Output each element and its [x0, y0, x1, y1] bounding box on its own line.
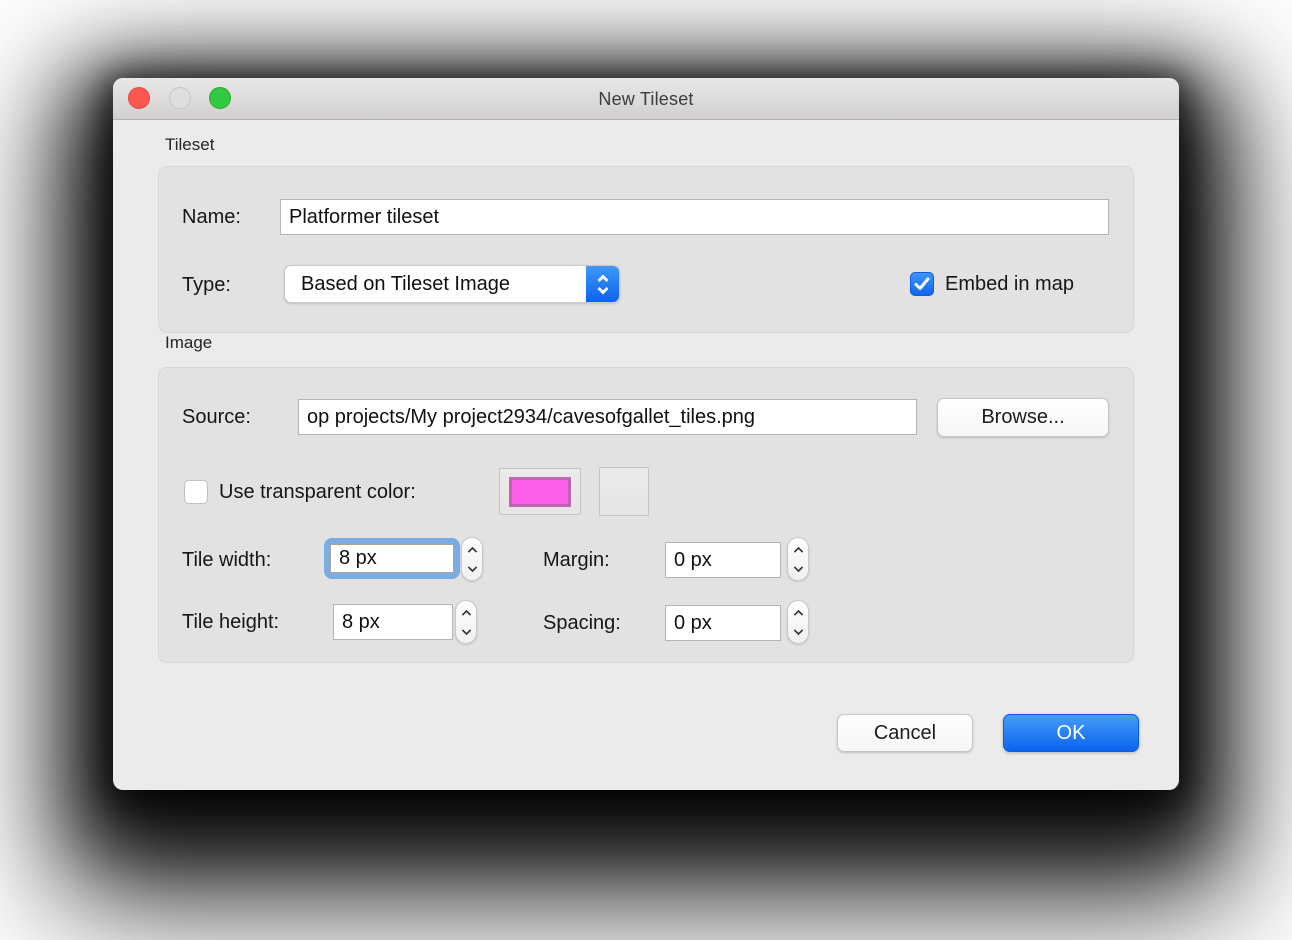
stepper-down-button[interactable] — [788, 622, 808, 643]
ok-button-label: OK — [1057, 722, 1086, 745]
stepper-up-button[interactable] — [788, 538, 808, 559]
new-tileset-dialog: New Tileset Tileset Name: Type: Based on… — [113, 78, 1179, 790]
stepper-down-icon — [793, 562, 803, 572]
stepper-down-button[interactable] — [456, 622, 476, 643]
tile-width-input[interactable] — [330, 544, 454, 573]
tile-height-input[interactable] — [333, 604, 453, 640]
embed-in-map-label: Embed in map — [945, 273, 1074, 296]
use-transparent-color-label: Use transparent color: — [219, 481, 416, 504]
browse-button-label: Browse... — [981, 406, 1064, 429]
name-input[interactable] — [280, 199, 1109, 235]
use-transparent-color-row[interactable]: Use transparent color: — [184, 480, 416, 504]
stepper-up-icon — [793, 609, 803, 619]
stepper-up-button[interactable] — [788, 601, 808, 622]
titlebar: New Tileset — [113, 78, 1179, 120]
embed-in-map-checkbox-row[interactable]: Embed in map — [910, 272, 1074, 296]
type-select[interactable]: Based on Tileset Image — [284, 265, 620, 303]
stepper-up-icon — [461, 609, 471, 619]
spacing-stepper[interactable] — [787, 600, 809, 644]
embed-in-map-checkbox[interactable] — [910, 272, 934, 296]
spacing-input[interactable] — [665, 605, 781, 641]
type-label: Type: — [182, 266, 231, 304]
source-input[interactable] — [298, 399, 917, 435]
chevron-down-icon — [597, 283, 608, 294]
checkmark-icon — [914, 277, 930, 291]
margin-stepper[interactable] — [787, 537, 809, 581]
transparent-color-swatch-button[interactable] — [499, 468, 581, 515]
spacing-label: Spacing: — [543, 605, 621, 641]
tile-width-focus-ring — [324, 538, 460, 579]
margin-label: Margin: — [543, 542, 610, 578]
tile-width-label: Tile width: — [182, 542, 271, 578]
window-title: New Tileset — [113, 78, 1179, 120]
tile-height-stepper[interactable] — [455, 600, 477, 644]
color-picker-button[interactable] — [599, 467, 649, 516]
name-label: Name: — [182, 199, 241, 235]
stepper-down-button[interactable] — [788, 559, 808, 580]
popup-chevrons — [586, 266, 619, 302]
section-label-image: Image — [165, 333, 212, 353]
cancel-button-label: Cancel — [874, 722, 936, 745]
stepper-up-icon — [467, 546, 477, 556]
tile-height-label: Tile height: — [182, 604, 279, 640]
stepper-up-button[interactable] — [462, 538, 482, 559]
stepper-down-icon — [793, 625, 803, 635]
browse-button[interactable]: Browse... — [937, 398, 1109, 437]
ok-button[interactable]: OK — [1003, 714, 1139, 752]
stepper-down-icon — [467, 562, 477, 572]
use-transparent-color-checkbox[interactable] — [184, 480, 208, 504]
tileset-groupbox — [158, 166, 1134, 333]
tile-width-stepper[interactable] — [461, 537, 483, 581]
stepper-up-button[interactable] — [456, 601, 476, 622]
source-label: Source: — [182, 399, 251, 435]
type-select-value: Based on Tileset Image — [285, 266, 586, 302]
transparent-color-swatch-fill — [509, 477, 571, 507]
cancel-button[interactable]: Cancel — [837, 714, 973, 752]
stepper-up-icon — [793, 546, 803, 556]
margin-input[interactable] — [665, 542, 781, 578]
section-label-tileset: Tileset — [165, 135, 214, 155]
stepper-down-icon — [461, 625, 471, 635]
stepper-down-button[interactable] — [462, 559, 482, 580]
